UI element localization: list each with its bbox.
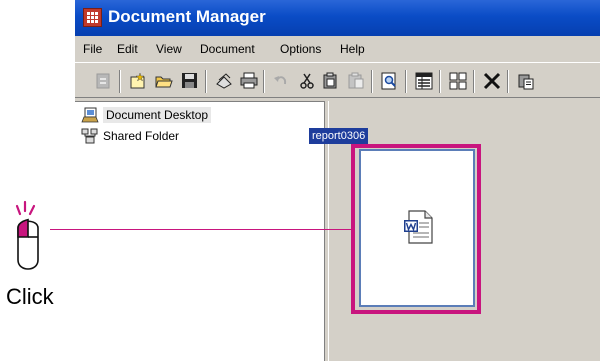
new-icon[interactable] (127, 70, 149, 92)
callout-line (50, 229, 354, 230)
toolbar-separator (371, 70, 373, 93)
toolbar-separator (473, 70, 475, 93)
document-manager-window: Document Manager File Edit View Document… (73, 0, 600, 361)
toolbar-separator (205, 70, 207, 93)
file-name-label[interactable]: report0306 (309, 128, 369, 144)
copy-icon[interactable] (320, 70, 342, 92)
mouse-left-click-icon (15, 200, 39, 270)
window-title: Document Manager (108, 7, 266, 26)
toolbar-separator (263, 70, 265, 93)
toolbar-separator (405, 70, 407, 93)
network-folder-icon (81, 128, 98, 144)
open-folder-icon[interactable] (153, 70, 175, 92)
app-icon (83, 8, 102, 27)
scan-icon[interactable] (213, 70, 235, 92)
tree-item-shared-folder[interactable]: Shared Folder (81, 126, 179, 146)
clipboard-icon[interactable] (515, 70, 537, 92)
tree-item-label: Document Desktop (103, 107, 212, 123)
undo-icon[interactable] (270, 70, 292, 92)
menu-edit[interactable]: Edit (117, 42, 138, 56)
menu-view[interactable]: View (156, 42, 182, 56)
save-icon[interactable] (179, 70, 201, 92)
list-view-icon[interactable] (413, 70, 435, 92)
menu-document[interactable]: Document (200, 42, 255, 56)
toolbar-separator (507, 70, 509, 93)
click-annotation-label: Click (6, 284, 54, 309)
document-thumbnail[interactable] (359, 149, 475, 307)
menu-help[interactable]: Help (340, 42, 365, 56)
toolbar-separator (439, 70, 441, 93)
folder-tree-pane: Document Desktop Shared Folder (75, 101, 325, 361)
cut-icon[interactable] (296, 70, 318, 92)
print-icon[interactable] (238, 70, 260, 92)
desktop-icon (81, 107, 99, 123)
preview-icon[interactable] (379, 70, 401, 92)
thumbnail-view-icon[interactable] (447, 70, 469, 92)
tree-item-document-desktop[interactable]: Document Desktop (81, 105, 212, 125)
word-document-icon (404, 210, 433, 244)
title-bar[interactable]: Document Manager (75, 0, 600, 36)
paste-icon[interactable] (345, 70, 367, 92)
toolbar (75, 62, 600, 98)
delete-icon[interactable] (481, 70, 503, 92)
tree-item-label: Shared Folder (103, 129, 180, 143)
menu-file[interactable]: File (83, 42, 102, 56)
menu-bar: File Edit View Document Options Help (75, 38, 600, 60)
toolbar-separator (119, 70, 121, 93)
menu-options[interactable]: Options (280, 42, 321, 56)
properties-icon[interactable] (92, 70, 114, 92)
